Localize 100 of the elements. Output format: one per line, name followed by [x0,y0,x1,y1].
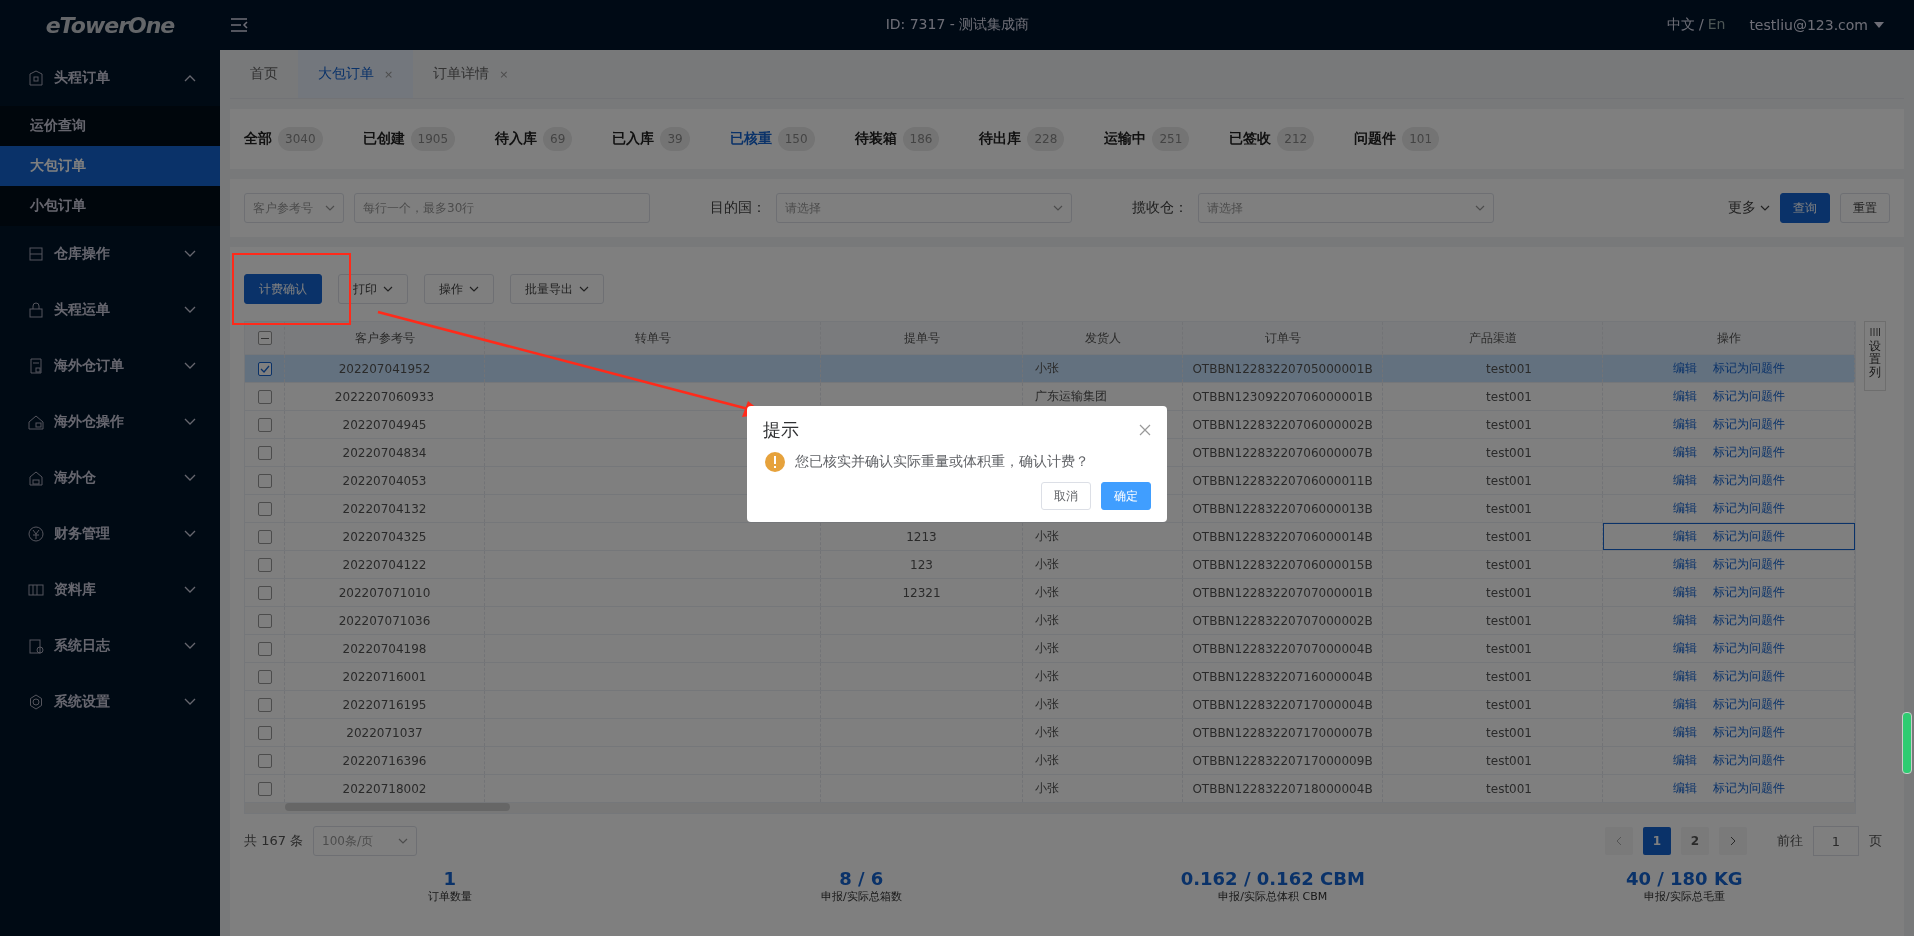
action-link[interactable]: 标记为问题件 [1712,780,1785,797]
checkbox[interactable] [257,501,272,516]
checkbox[interactable] [257,613,272,628]
sidebar-item[interactable]: 仓库操作 [0,226,220,282]
cancel-button[interactable]: 取消 [1041,482,1091,510]
checkbox[interactable] [257,753,272,768]
checkbox[interactable] [257,557,272,572]
status-tab[interactable]: 已核重 [729,130,772,148]
table-cell: 小张 [1023,747,1183,774]
action-link[interactable]: 编辑 [1672,528,1697,545]
sidebar-item[interactable]: 资料库 [0,562,220,618]
action-link[interactable]: 编辑 [1672,724,1697,741]
more-toggle[interactable]: 更多 [1728,199,1770,217]
status-tab[interactable]: 待装箱 [854,130,897,148]
status-tab[interactable]: 已入库 [612,130,655,148]
checkbox[interactable] [257,331,272,345]
confirm-button[interactable]: 计费确认 [244,274,322,304]
action-link[interactable]: 编辑 [1672,556,1697,573]
close-icon[interactable]: × [499,67,509,81]
action-link[interactable]: 标记为问题件 [1712,556,1785,573]
action-link[interactable]: 标记为问题件 [1712,388,1785,405]
table-cell: 20220704945 [285,411,485,438]
checkbox[interactable] [257,697,272,712]
page-tab[interactable]: 大包订单 × [298,50,414,98]
sidebar-item[interactable]: 头程订单 [0,50,220,106]
close-icon[interactable]: × [384,67,394,81]
status-tab[interactable]: 已签收 [1229,130,1272,148]
sidebar-item[interactable]: 头程运单 [0,282,220,338]
checkbox[interactable] [257,585,272,600]
reset-button[interactable]: 重置 [1840,193,1890,223]
action-link[interactable]: 标记为问题件 [1712,500,1785,517]
action-link[interactable]: 标记为问题件 [1712,584,1785,601]
action-link[interactable]: 标记为问题件 [1712,668,1785,685]
language-option[interactable]: 中文 [1666,16,1695,34]
checkbox[interactable] [257,361,272,376]
checkbox[interactable] [257,725,272,740]
ok-button[interactable]: 确定 [1101,482,1151,510]
column-settings-tab[interactable]: 设置列 [1864,321,1886,391]
dropdown-button[interactable]: 打印 [338,274,408,304]
sidebar-item[interactable]: 系统设置 [0,674,220,730]
page-input[interactable]: 1 [1813,826,1859,856]
action-link[interactable]: 标记为问题件 [1712,724,1785,741]
status-tab[interactable]: 待出库 [979,130,1022,148]
checkbox[interactable] [257,445,272,460]
checkbox[interactable] [257,669,272,684]
status-tab[interactable]: 全部 [244,130,272,148]
checkbox[interactable] [257,389,272,404]
action-link[interactable]: 编辑 [1672,780,1697,797]
action-link[interactable]: 编辑 [1672,640,1697,657]
checkbox[interactable] [257,417,272,432]
status-tab[interactable]: 运输中 [1104,130,1147,148]
sidebar-item[interactable]: 海外仓 [0,450,220,506]
action-link[interactable]: 编辑 [1672,416,1697,433]
action-link[interactable]: 标记为问题件 [1712,752,1785,769]
sidebar-subitem[interactable]: 运价查询 [0,106,220,146]
dropdown-button[interactable]: 操作 [424,274,494,304]
action-link[interactable]: 编辑 [1672,360,1697,377]
action-link[interactable]: 标记为问题件 [1712,444,1785,461]
action-link[interactable]: 编辑 [1672,668,1697,685]
menu-icon[interactable] [230,18,248,32]
action-link[interactable]: 编辑 [1672,500,1697,517]
action-link[interactable]: 标记为问题件 [1712,416,1785,433]
scrollbar-thumb[interactable] [285,803,510,811]
user-menu[interactable]: testliu@123.com [1749,17,1884,33]
sidebar-item[interactable]: 财务管理 [0,506,220,562]
sidebar-subitem[interactable]: 小包订单 [0,186,220,226]
status-tab[interactable]: 已创建 [362,130,405,148]
status-tab[interactable]: 待入库 [495,130,538,148]
action-link[interactable]: 标记为问题件 [1712,472,1785,489]
language-option[interactable]: En [1707,16,1726,34]
action-link[interactable]: 编辑 [1672,388,1697,405]
action-link[interactable]: 标记为问题件 [1712,696,1785,713]
action-link[interactable]: 编辑 [1672,612,1697,629]
action-link[interactable]: 编辑 [1672,584,1697,601]
action-link[interactable]: 标记为问题件 [1712,640,1785,657]
action-link[interactable]: 标记为问题件 [1712,612,1785,629]
status-tab[interactable]: 问题件 [1354,130,1397,148]
page-tab[interactable]: 首页 [230,50,298,98]
sidebar-item[interactable]: 系统日志 [0,618,220,674]
sidebar-item[interactable]: 海外仓订单 [0,338,220,394]
action-link[interactable]: 编辑 [1672,444,1697,461]
page-button[interactable]: 2 [1681,827,1709,855]
action-link[interactable]: 编辑 [1672,752,1697,769]
action-link[interactable]: 编辑 [1672,696,1697,713]
checkbox[interactable] [257,529,272,544]
action-link[interactable]: 编辑 [1672,472,1697,489]
table-cell: 小张 [1023,579,1183,606]
search-button[interactable]: 查询 [1780,193,1830,223]
page-tab[interactable]: 订单详情 × [413,50,529,98]
page-button[interactable]: 1 [1643,827,1671,855]
checkbox[interactable] [257,641,272,656]
bars-icon [28,582,44,598]
checkbox[interactable] [257,781,272,796]
sidebar-item[interactable]: 海外仓操作 [0,394,220,450]
action-link[interactable]: 标记为问题件 [1712,528,1785,545]
action-link[interactable]: 标记为问题件 [1712,360,1785,377]
close-icon[interactable] [1139,424,1151,436]
checkbox[interactable] [257,473,272,488]
sidebar-subitem[interactable]: 大包订单 [0,146,220,186]
dropdown-button[interactable]: 批量导出 [510,274,604,304]
